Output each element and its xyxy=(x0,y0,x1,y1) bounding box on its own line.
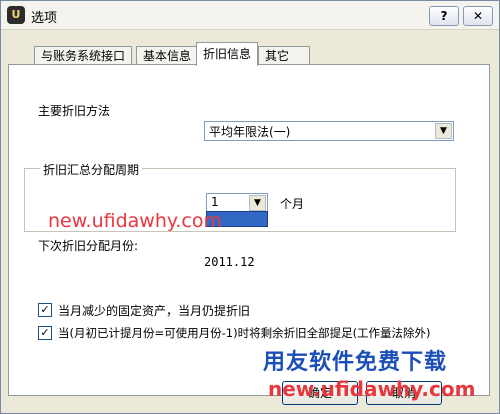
option-2-label: 当(月初已计提月份=可使用月份-1)时将剩余折旧全部提足(工作量法除外) xyxy=(58,326,431,340)
chevron-down-icon[interactable]: ▼ xyxy=(435,123,452,139)
tab-depreciation-info[interactable]: 折旧信息 xyxy=(196,42,259,66)
option-1-checkbox[interactable]: ✓ xyxy=(38,303,52,317)
period-value: 1 xyxy=(211,195,219,209)
method-value: 平均年限法(一) xyxy=(209,125,291,139)
chevron-down-icon[interactable]: ▼ xyxy=(249,195,266,211)
watermark-brand: 用友软件免费下载 xyxy=(263,350,448,375)
app-logo-icon: U xyxy=(7,6,25,24)
window-title: 选项 xyxy=(31,11,58,26)
watermark-url-top: new.ufidawhy.com xyxy=(48,210,223,232)
option-2-checkbox[interactable]: ✓ xyxy=(38,326,52,340)
method-label: 主要折旧方法 xyxy=(38,104,111,118)
title-bar[interactable]: U 选项 ? ✕ xyxy=(1,1,499,30)
tab-ledger-interface[interactable]: 与账务系统接口 xyxy=(34,46,133,65)
tab-basic-info[interactable]: 基本信息 xyxy=(136,46,199,65)
help-button[interactable]: ? xyxy=(429,6,459,26)
tab-other[interactable]: 其它 xyxy=(258,46,310,65)
close-button[interactable]: ✕ xyxy=(463,6,493,26)
next-period-value: 2011.12 xyxy=(204,255,255,269)
period-group-title: 折旧汇总分配周期 xyxy=(40,161,143,178)
period-unit: 个月 xyxy=(280,197,305,211)
option-1-label: 当月减少的固定资产，当月仍提折旧 xyxy=(58,304,251,318)
next-period-label: 下次折旧分配月份: xyxy=(38,239,139,253)
watermark-url-bottom: new.ufidawhy.com xyxy=(268,377,476,401)
method-select[interactable]: 平均年限法(一) ▼ xyxy=(204,121,454,141)
